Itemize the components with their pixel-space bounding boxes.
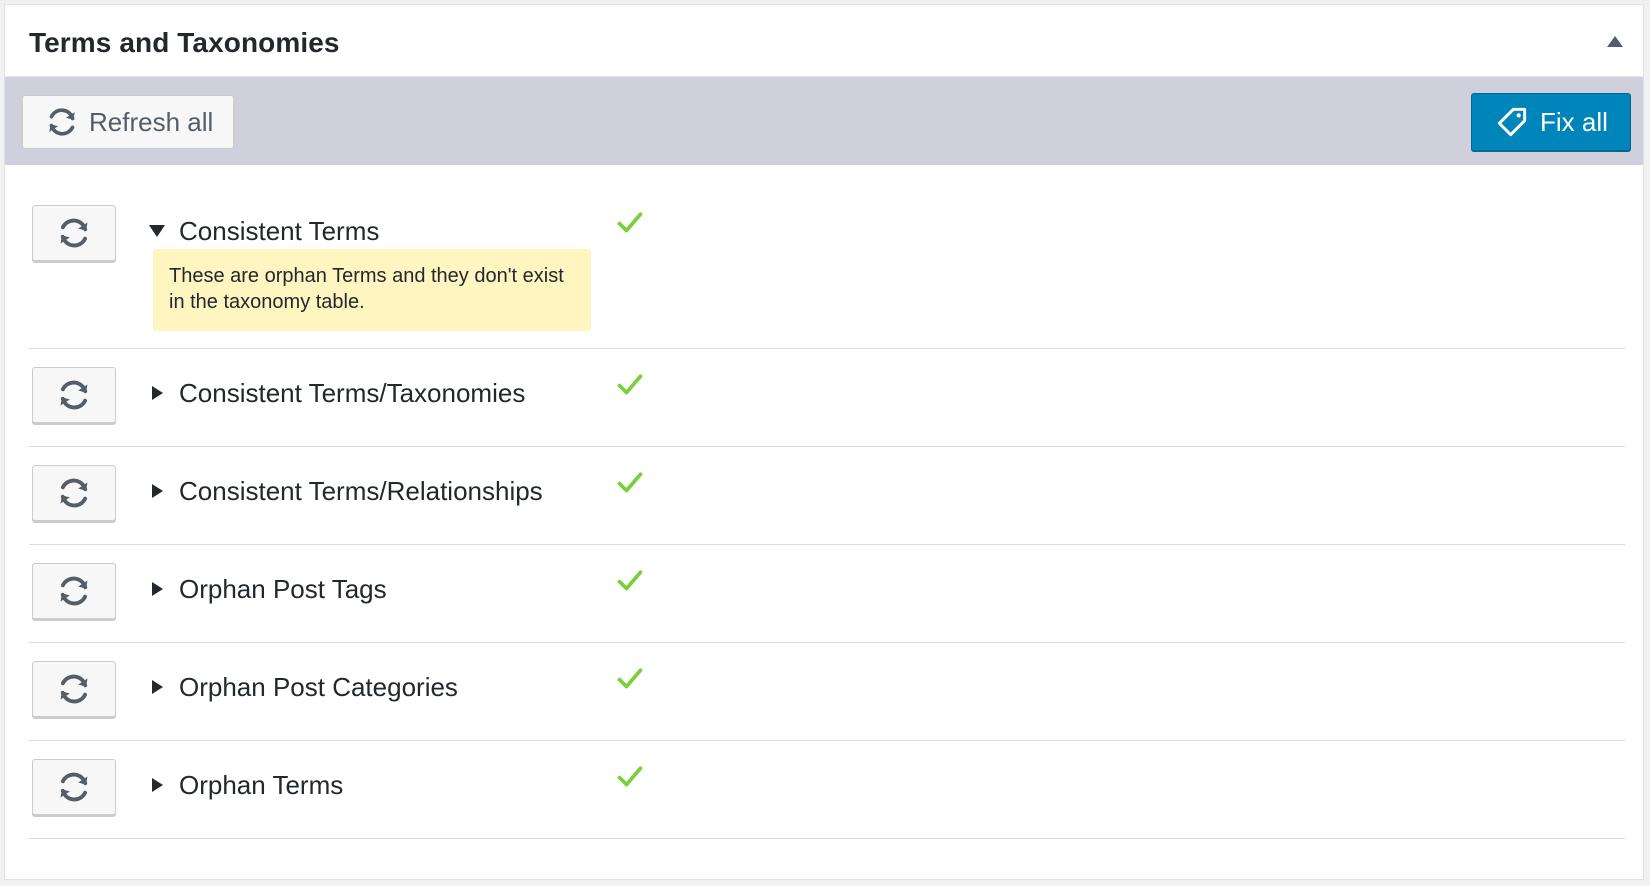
refresh-all-button[interactable]: Refresh all <box>22 95 234 149</box>
row-label: Orphan Post Categories <box>179 671 458 702</box>
row-refresh-button[interactable] <box>32 367 116 423</box>
toolbar: Refresh all Fix all <box>5 77 1643 165</box>
row-refresh-button[interactable] <box>32 205 116 261</box>
row-toggle[interactable]: Consistent Terms/Taxonomies <box>149 377 525 409</box>
collapse-panel-button[interactable] <box>1601 27 1629 55</box>
row-refresh-button[interactable] <box>32 661 116 717</box>
checkmark-icon <box>617 212 643 233</box>
check-row-orphan-terms: Orphan Terms <box>29 741 1625 839</box>
row-label: Orphan Terms <box>179 769 344 800</box>
triangle-up-icon <box>1607 35 1623 47</box>
refresh-icon <box>60 576 88 606</box>
fix-all-button[interactable]: Fix all <box>1471 93 1631 151</box>
row-refresh-button[interactable] <box>32 563 116 619</box>
refresh-icon <box>60 674 88 704</box>
checkmark-icon <box>617 570 643 591</box>
check-row-orphan-post-categories: Orphan Post Categories <box>29 643 1625 741</box>
triangle-right-icon <box>152 778 163 792</box>
row-toggle[interactable]: Orphan Terms <box>149 769 343 801</box>
description-note: These are orphan Terms and they don't ex… <box>153 249 591 331</box>
triangle-right-icon <box>152 484 163 498</box>
refresh-icon <box>60 478 88 508</box>
refresh-icon <box>60 218 88 248</box>
row-toggle[interactable]: Consistent Terms/Relationships <box>149 475 543 507</box>
triangle-down-icon <box>149 225 165 237</box>
check-row-consistent-terms-relationships: Consistent Terms/Relationships <box>29 447 1625 545</box>
triangle-right-icon <box>152 582 163 596</box>
row-toggle[interactable]: Orphan Post Tags <box>149 573 387 605</box>
checkmark-icon <box>617 766 643 787</box>
row-refresh-button[interactable] <box>32 759 116 815</box>
terms-and-taxonomies-panel: Terms and Taxonomies Refresh all Fix all <box>4 4 1644 880</box>
row-label: Consistent Terms/Taxonomies <box>179 377 526 408</box>
row-refresh-button[interactable] <box>32 465 116 521</box>
row-label: Consistent Terms/Relationships <box>179 475 543 506</box>
check-row-orphan-post-tags: Orphan Post Tags <box>29 545 1625 643</box>
checkmark-icon <box>617 668 643 689</box>
row-label: Consistent Terms <box>179 215 380 246</box>
checkmark-icon <box>617 374 643 395</box>
check-row-consistent-terms: Consistent Terms These are orphan Terms … <box>29 185 1625 349</box>
refresh-all-label: Refresh all <box>89 106 214 137</box>
triangle-right-icon <box>152 386 163 400</box>
checks-list: Consistent Terms These are orphan Terms … <box>29 185 1625 839</box>
refresh-icon <box>60 380 88 410</box>
row-label: Orphan Post Tags <box>179 573 387 604</box>
panel-header: Terms and Taxonomies <box>5 5 1643 77</box>
refresh-icon <box>60 772 88 802</box>
triangle-right-icon <box>152 680 163 694</box>
refresh-icon <box>49 108 75 136</box>
fix-all-label: Fix all <box>1540 106 1608 137</box>
row-toggle[interactable]: Consistent Terms <box>149 215 379 247</box>
checkmark-icon <box>617 472 643 493</box>
tag-icon <box>1497 107 1527 137</box>
panel-title: Terms and Taxonomies <box>29 27 340 58</box>
row-toggle[interactable]: Orphan Post Categories <box>149 671 458 703</box>
check-row-consistent-terms-taxonomies: Consistent Terms/Taxonomies <box>29 349 1625 447</box>
